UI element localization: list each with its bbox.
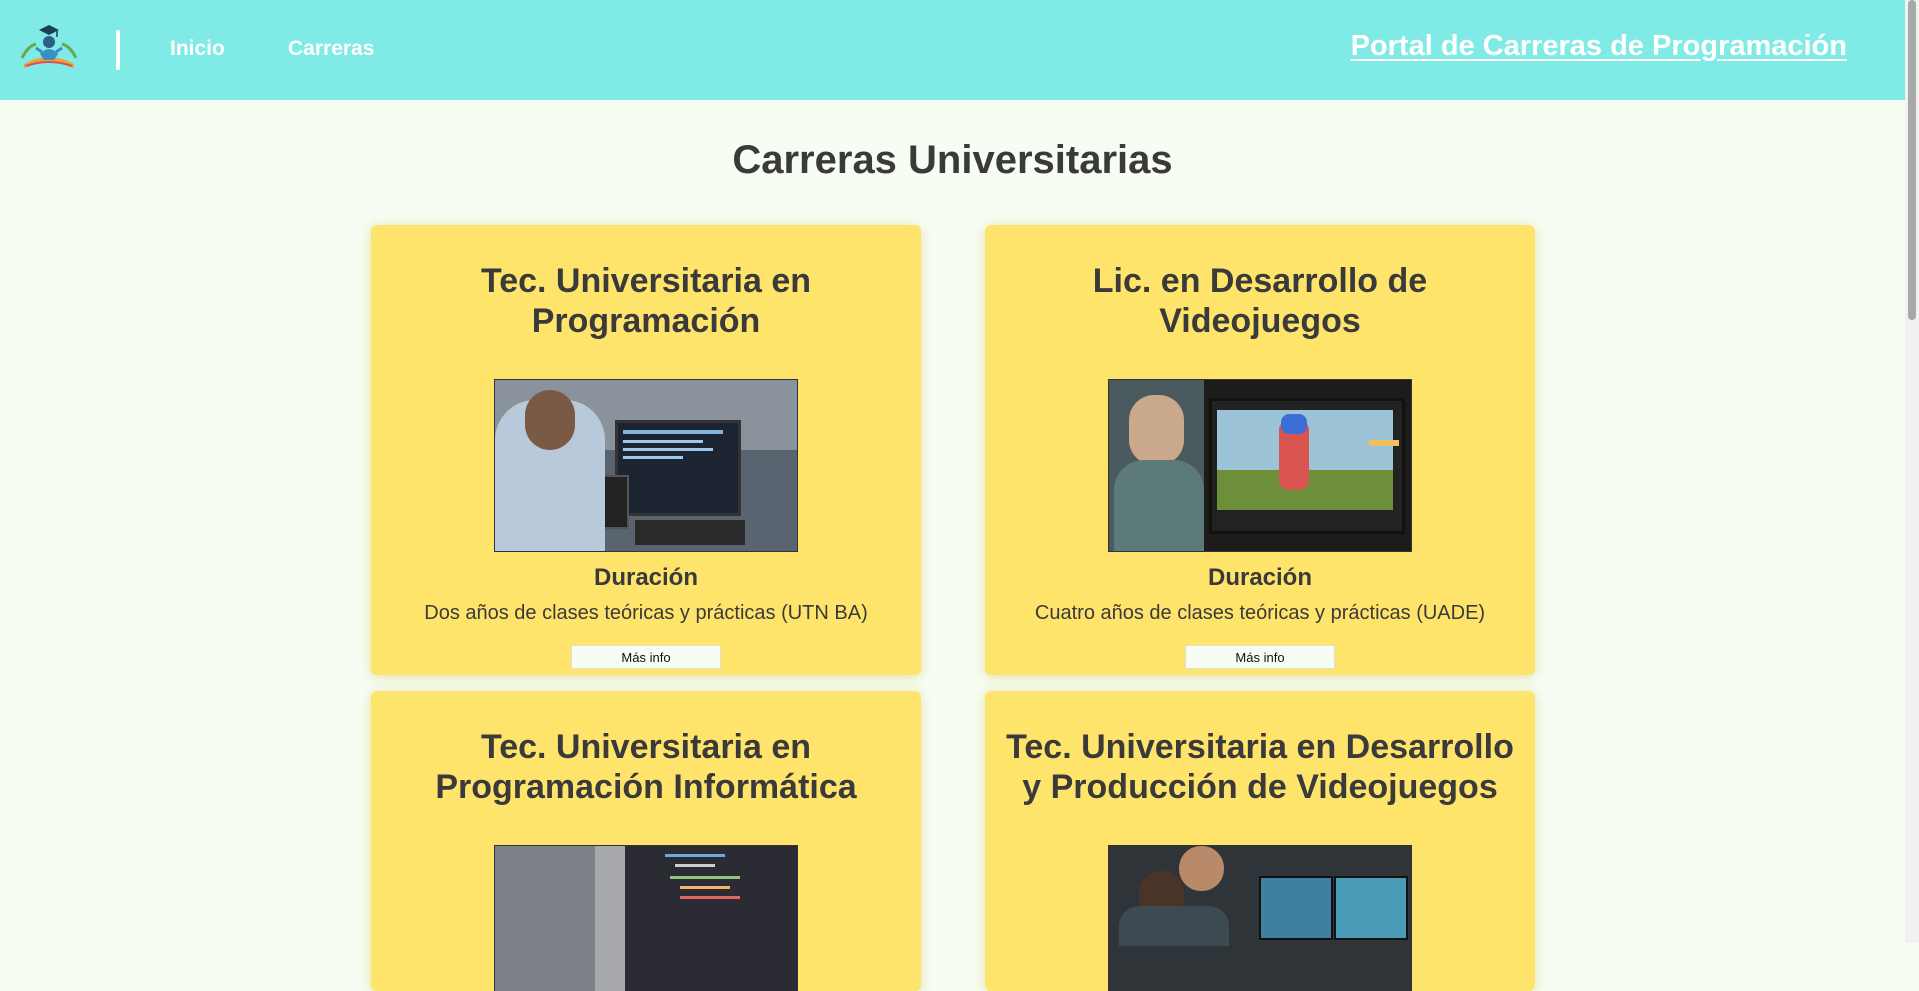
game-developer-monitor-image [1108, 379, 1412, 552]
code-on-screen-image [494, 845, 798, 991]
duration-heading: Duración [593, 564, 698, 591]
more-info-button[interactable]: Más info [571, 645, 721, 669]
career-card: Tec. Universitaria en Desarrollo y Produ… [985, 691, 1535, 991]
duration-description: Dos años de clases teóricas y prácticas … [424, 602, 868, 624]
page-title: Carreras Universitarias [732, 138, 1173, 182]
programmer-at-desk-image [494, 379, 798, 552]
team-at-monitors-image [1108, 845, 1412, 991]
nav-carreras-link[interactable]: Carreras [288, 37, 374, 61]
career-title: Tec. Universitaria en Programación Infor… [435, 728, 857, 806]
page-scrollbar[interactable] [1905, 0, 1919, 943]
career-title: Lic. en Desarrollo de Videojuegos [1092, 262, 1428, 340]
top-navbar: Inicio Carreras Portal de Carreras de Pr… [0, 0, 1905, 100]
career-card: Tec. Universitaria en Programación Durac… [371, 225, 921, 675]
more-info-button[interactable]: Más info [1185, 645, 1335, 669]
nav-inicio-link[interactable]: Inicio [170, 37, 225, 61]
career-title: Tec. Universitaria en Programación [480, 262, 812, 340]
duration-description: Cuatro años de clases teóricas y práctic… [1034, 602, 1486, 624]
scrollbar-thumb[interactable] [1908, 0, 1916, 320]
career-card: Tec. Universitaria en Programación Infor… [371, 691, 921, 991]
career-title: Tec. Universitaria en Desarrollo y Produ… [1006, 728, 1514, 806]
career-card: Lic. en Desarrollo de Videojuegos Duraci… [985, 225, 1535, 675]
header-divider [116, 30, 120, 70]
duration-heading: Duración [1207, 564, 1312, 591]
graduate-book-logo-icon[interactable] [18, 20, 80, 80]
portal-title-link[interactable]: Portal de Carreras de Programación [1351, 30, 1847, 63]
